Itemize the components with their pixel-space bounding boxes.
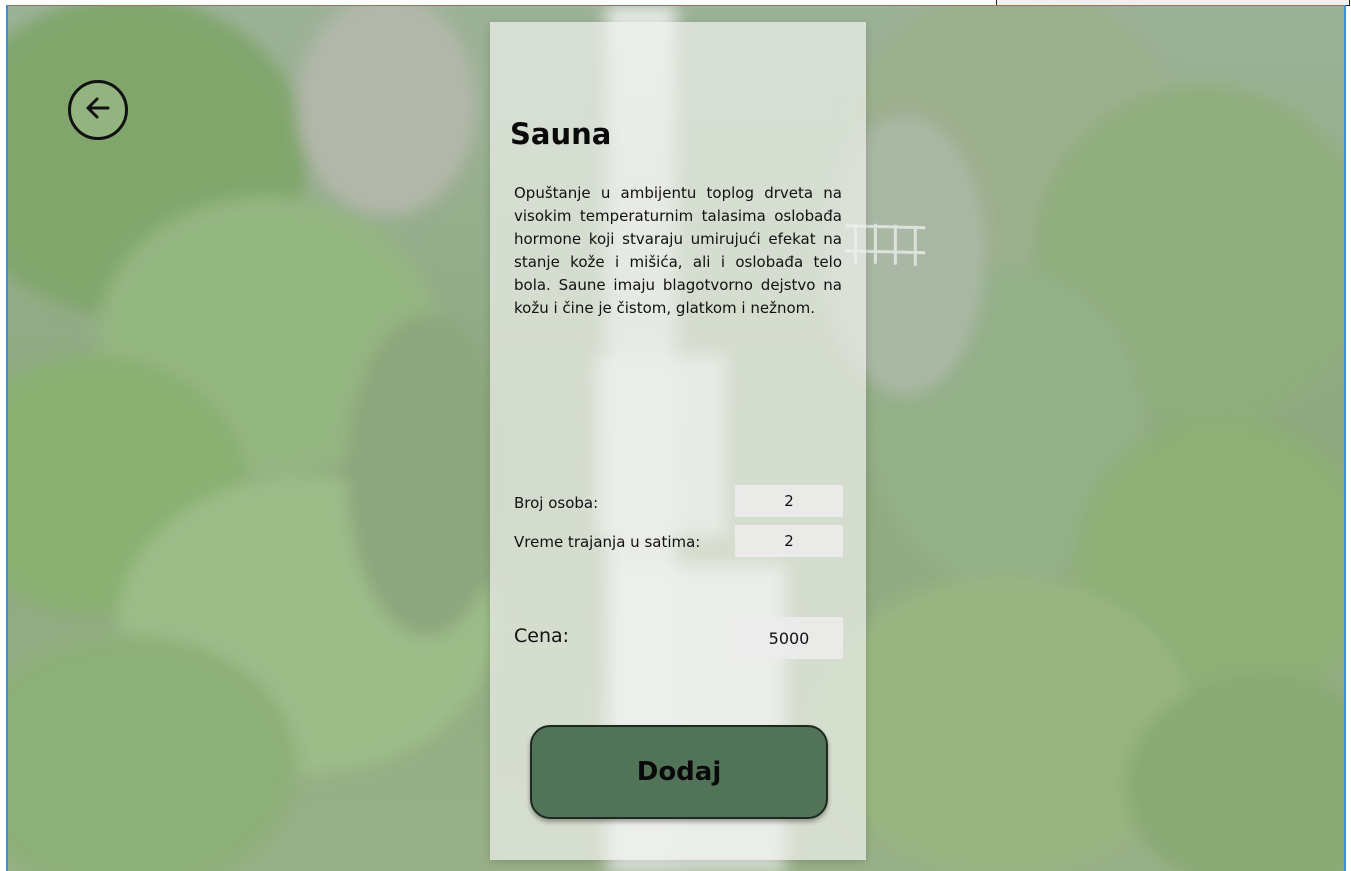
add-button-label: Dodaj <box>636 757 722 787</box>
back-button[interactable] <box>68 80 128 140</box>
price-value: 5000 <box>735 617 843 659</box>
service-details-panel: Sauna Opuštanje u ambijentu toplog drvet… <box>490 22 866 860</box>
add-button[interactable]: Dodaj <box>530 725 828 819</box>
arrow-left-icon <box>81 91 115 130</box>
persons-label: Broj osoba: <box>514 494 599 512</box>
price-label: Cena: <box>514 625 570 647</box>
persons-input[interactable] <box>735 485 843 517</box>
duration-input[interactable] <box>735 525 843 557</box>
service-title: Sauna <box>510 117 612 151</box>
app-window: Sauna Opuštanje u ambijentu toplog drvet… <box>6 5 1346 871</box>
service-description: Opuštanje u ambijentu toplog drveta na v… <box>514 184 842 317</box>
duration-label: Vreme trajanja u satima: <box>514 533 701 551</box>
